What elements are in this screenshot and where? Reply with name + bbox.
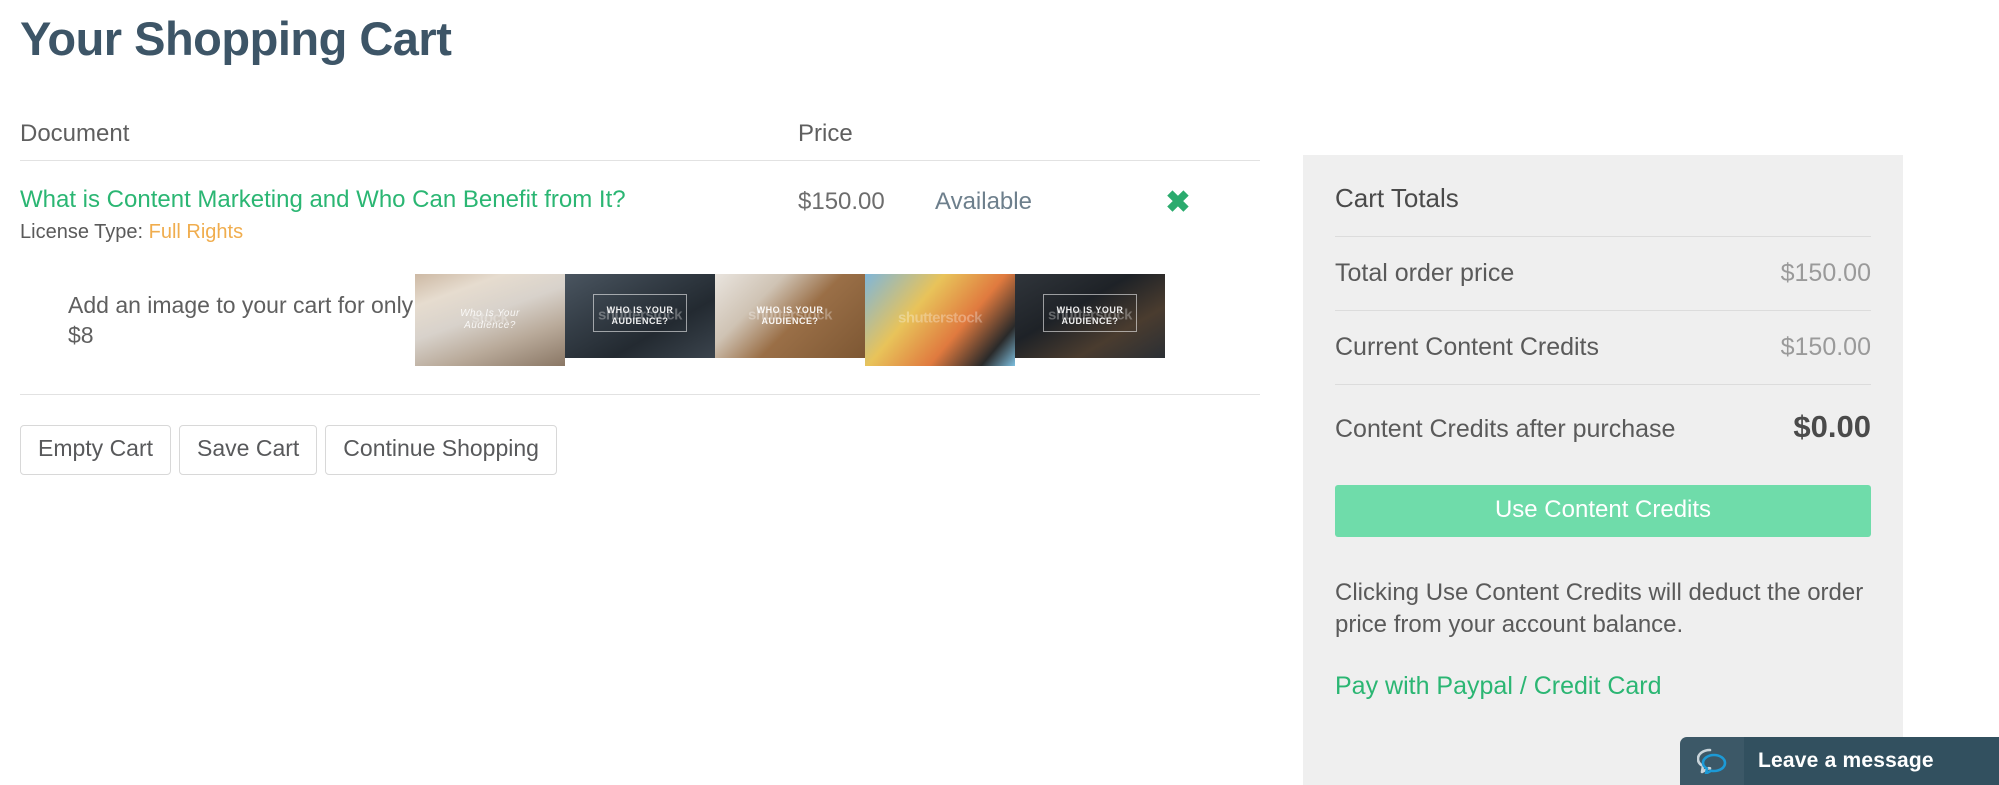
chat-widget-label: Leave a message — [1758, 749, 1934, 772]
thumbnail-caption: WHO IS YOUR AUDIENCE? — [606, 305, 674, 327]
cart-totals-panel: Cart Totals Total order price $150.00 Cu… — [1303, 155, 1903, 785]
upsell-thumbnail[interactable]: shutterstock WHO IS YOUR AUDIENCE? — [715, 274, 865, 359]
thumbnail-caption: Who Is Your Audience? — [460, 307, 520, 332]
credits-note: Clicking Use Content Credits will deduct… — [1335, 579, 1864, 639]
upsell-thumbnail[interactable]: stock Who Is Your Audience? — [415, 274, 565, 367]
thumbnail-caption: WHO IS YOUR AUDIENCE? — [756, 305, 824, 327]
shopping-cart-page: Your Shopping Cart Document Price What i… — [0, 0, 1999, 785]
upsell-thumbnail-strip: stock Who Is Your Audience? shutterstock… — [415, 274, 1165, 367]
continue-shopping-button[interactable]: Continue Shopping — [325, 425, 557, 475]
use-content-credits-button[interactable]: Use Content Credits — [1335, 485, 1871, 537]
totals-label: Current Content Credits — [1335, 333, 1600, 361]
cart-item-status: Available — [935, 187, 1032, 215]
save-cart-button[interactable]: Save Cart — [179, 425, 318, 475]
page-title: Your Shopping Cart — [20, 12, 452, 65]
totals-value: $150.00 — [1780, 259, 1871, 287]
leave-a-message-chat-widget[interactable]: Leave a message — [1680, 737, 1999, 785]
totals-row-credits-after-purchase: Content Credits after purchase $0.00 — [1335, 384, 1871, 471]
cart-main-column: Your Shopping Cart Document Price What i… — [20, 0, 1260, 475]
chat-bubble-icon — [1680, 737, 1744, 785]
remove-item-icon[interactable]: ✖ — [1165, 187, 1190, 218]
thumbnail-caption: WHO IS YOUR AUDIENCE? — [1056, 305, 1124, 327]
cart-table-header: Document Price — [20, 120, 1260, 161]
cart-item-remove-cell: ✖ — [1133, 186, 1223, 218]
cart-action-buttons: Empty Cart Save Cart Continue Shopping — [20, 425, 1260, 475]
upsell-thumbnail[interactable]: shutterstock WHO IS YOUR AUDIENCE? — [565, 274, 715, 359]
cart-table: Document Price What is Content Marketing… — [20, 120, 1260, 475]
license-type-label: License Type: — [20, 221, 144, 244]
cart-totals-title: Cart Totals — [1335, 183, 1459, 213]
pay-with-paypal-link[interactable]: Pay with Paypal / Credit Card — [1335, 672, 1662, 701]
cart-item-title-link[interactable]: What is Content Marketing and Who Can Be… — [20, 186, 798, 214]
totals-label: Total order price — [1335, 259, 1515, 287]
upsell-thumbnail[interactable]: shutterstock WHO IS YOUR AUDIENCE? — [1015, 274, 1165, 359]
license-type-value: Full Rights — [148, 221, 244, 244]
upsell-thumbnail[interactable]: shutterstock — [865, 274, 1015, 367]
image-upsell-section: Add an image to your cart for only $8 st… — [20, 274, 1260, 396]
totals-value: $0.00 — [1793, 409, 1871, 444]
empty-cart-button[interactable]: Empty Cart — [20, 425, 172, 475]
totals-value: $150.00 — [1780, 333, 1871, 361]
table-row: What is Content Marketing and Who Can Be… — [20, 161, 1260, 396]
cart-item-document-cell: What is Content Marketing and Who Can Be… — [20, 186, 798, 245]
totals-row-current-content-credits: Current Content Credits $150.00 — [1335, 310, 1871, 384]
cart-item-license: License Type: Full Rights — [20, 221, 798, 244]
cart-item-main: What is Content Marketing and Who Can Be… — [20, 186, 1260, 245]
column-header-document: Document — [20, 119, 130, 147]
upsell-text: Add an image to your cart for only $8 — [68, 291, 414, 349]
totals-label: Content Credits after purchase — [1335, 415, 1676, 443]
thumbnail-caption — [865, 274, 1015, 366]
cart-item-price: $150.00 — [798, 187, 885, 215]
totals-row-total-order-price: Total order price $150.00 — [1335, 236, 1871, 310]
column-header-price: Price — [798, 119, 853, 147]
